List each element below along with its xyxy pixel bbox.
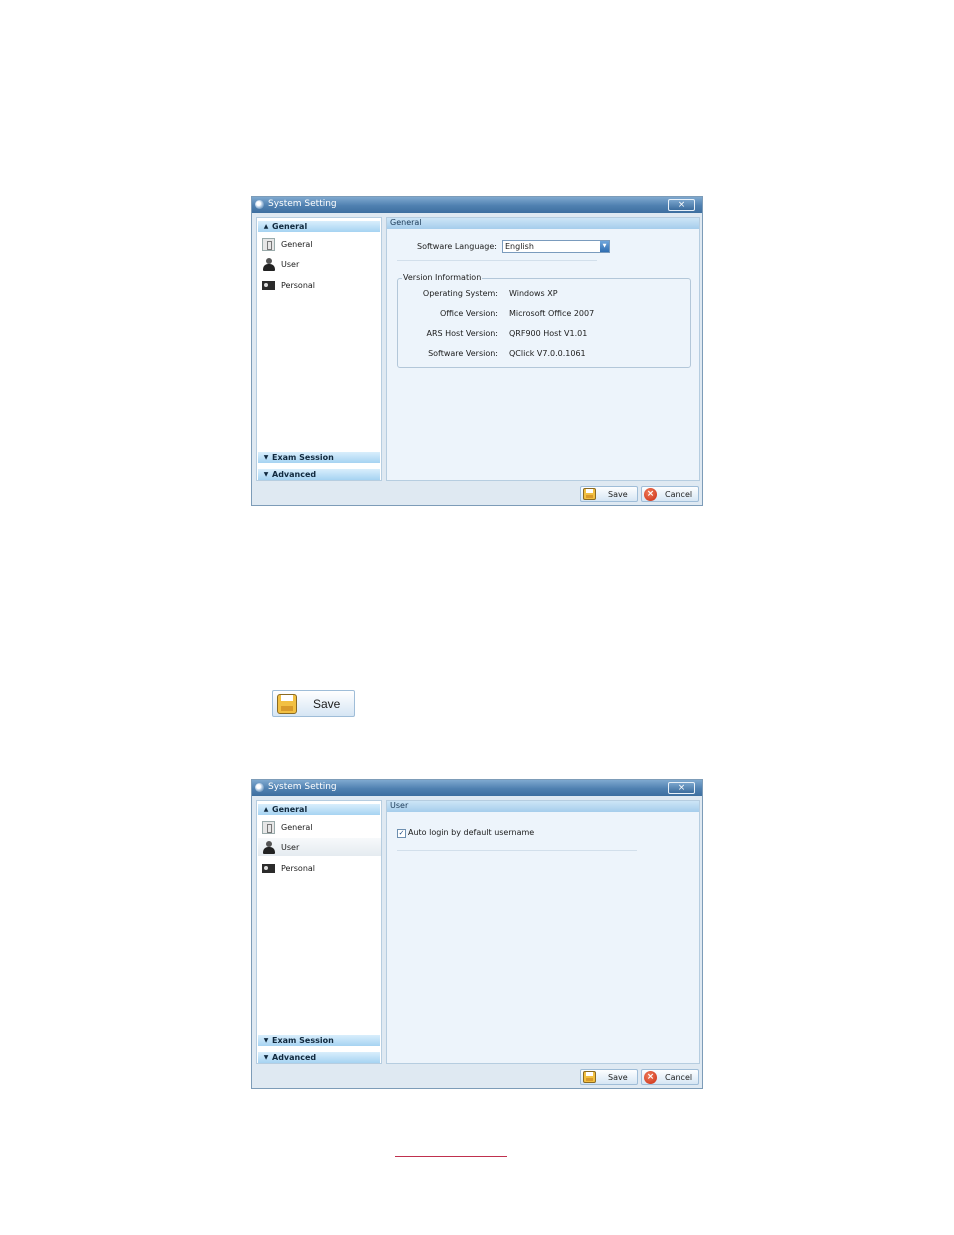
- collapse-icon: ▲: [263, 223, 269, 230]
- sidebar: ▲ General General User Personal ▼ Exam Ses…: [256, 800, 382, 1064]
- title-bar: System Setting ×: [252, 197, 702, 213]
- expand-icon: ▼: [263, 1037, 269, 1044]
- cancel-button[interactable]: × Cancel: [641, 1069, 699, 1085]
- expand-icon: ▼: [263, 1054, 269, 1061]
- version-information-group: Version Information Operating System: Wi…: [397, 273, 691, 368]
- content-header: General: [387, 218, 699, 229]
- system-setting-window-general: System Setting × ▲ General General User P…: [251, 196, 703, 506]
- office-version-value: Microsoft Office 2007: [509, 309, 595, 318]
- expand-icon: ▼: [263, 454, 269, 461]
- user-icon: [262, 841, 275, 854]
- sidebar-item-personal[interactable]: Personal: [258, 276, 381, 294]
- sidebar-item-general[interactable]: General: [258, 235, 381, 253]
- ars-host-version-label: ARS Host Version:: [426, 329, 498, 338]
- save-button[interactable]: Save: [580, 486, 638, 502]
- cancel-button[interactable]: × Cancel: [641, 486, 699, 502]
- sidebar-item-user[interactable]: User: [258, 838, 381, 856]
- group-legend: Version Information: [402, 273, 483, 282]
- software-language-select[interactable]: English ▼: [502, 240, 610, 253]
- section-advanced-header[interactable]: ▼ Advanced: [258, 1052, 380, 1063]
- sidebar: ▲ General General User Personal ▼ Exam Ses…: [256, 217, 382, 481]
- personal-card-icon: [262, 281, 275, 290]
- save-button[interactable]: Save: [580, 1069, 638, 1085]
- cancel-x-icon: ×: [644, 488, 657, 501]
- window-title: System Setting: [268, 782, 337, 792]
- section-general-header[interactable]: ▲ General: [258, 221, 380, 232]
- hyperlink-underline[interactable]: [395, 1156, 507, 1157]
- auto-login-checkbox[interactable]: ✓: [397, 829, 406, 838]
- content-panel: User ✓ Auto login by default username: [386, 800, 700, 1064]
- user-icon: [262, 258, 275, 271]
- software-language-label: Software Language:: [417, 242, 497, 251]
- divider: [397, 850, 637, 851]
- section-advanced-header[interactable]: ▼ Advanced: [258, 469, 380, 480]
- operating-system-label: Operating System:: [422, 289, 498, 298]
- general-settings-icon: [262, 238, 275, 251]
- divider: [397, 260, 597, 261]
- window-title: System Setting: [268, 199, 337, 209]
- app-gear-icon: [255, 200, 264, 209]
- section-exam-session-header[interactable]: ▼ Exam Session: [258, 452, 380, 463]
- system-setting-window-user: System Setting × ▲ General General User P…: [251, 779, 703, 1089]
- sidebar-item-personal[interactable]: Personal: [258, 859, 381, 877]
- software-version-value: QClick V7.0.0.1061: [509, 349, 586, 358]
- auto-login-label: Auto login by default username: [408, 828, 535, 837]
- app-gear-icon: [255, 783, 264, 792]
- content-panel: General Software Language: English ▼ Ver…: [386, 217, 700, 481]
- expand-icon: ▼: [263, 471, 269, 478]
- sidebar-item-user[interactable]: User: [258, 255, 381, 273]
- section-general-header[interactable]: ▲ General: [258, 804, 380, 815]
- ars-host-version-value: QRF900 Host V1.01: [509, 329, 588, 338]
- personal-card-icon: [262, 864, 275, 873]
- floppy-disk-icon: [277, 694, 297, 714]
- title-bar: System Setting ×: [252, 780, 702, 796]
- sidebar-item-general[interactable]: General: [258, 818, 381, 836]
- close-button[interactable]: ×: [668, 782, 695, 794]
- cancel-x-icon: ×: [644, 1071, 657, 1084]
- general-settings-icon: [262, 821, 275, 834]
- chevron-down-icon[interactable]: ▼: [600, 241, 609, 252]
- operating-system-value: Windows XP: [509, 289, 558, 298]
- collapse-icon: ▲: [263, 806, 269, 813]
- content-header: User: [387, 801, 699, 812]
- close-button[interactable]: ×: [668, 199, 695, 211]
- floppy-disk-icon: [583, 1071, 596, 1083]
- office-version-label: Office Version:: [439, 309, 498, 318]
- save-button-large[interactable]: Save: [272, 690, 355, 717]
- software-version-label: Software Version:: [428, 349, 498, 358]
- floppy-disk-icon: [583, 488, 596, 500]
- section-exam-session-header[interactable]: ▼ Exam Session: [258, 1035, 380, 1046]
